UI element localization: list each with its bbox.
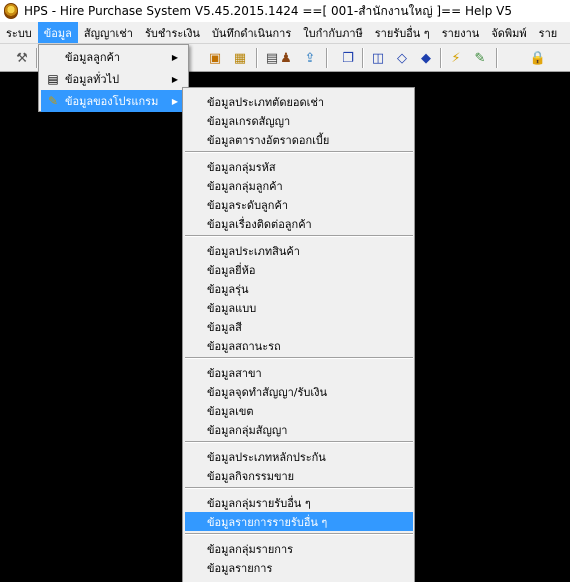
report-icon[interactable]: ▣ — [205, 48, 225, 68]
program-data-menu-item[interactable]: ข้อมูลรายการ — [185, 558, 413, 577]
program-data-menu-item[interactable]: ข้อมูลเขต — [185, 401, 413, 420]
program-data-menu-item[interactable]: ข้อมูลรายการรายรับอื่น ๆ — [185, 512, 413, 531]
data-menu-item-label: ข้อมูลลูกค้า — [65, 51, 121, 64]
menubar-item[interactable]: จัดพิมพ์ — [485, 22, 532, 43]
program-data-menu-item[interactable]: ข้อมูลเกรดสัญญา — [185, 111, 413, 130]
book-icon[interactable]: ◫ — [368, 48, 388, 68]
program-data-menu-item[interactable]: ข้อมูลกลุ่มลูกค้า — [185, 176, 413, 195]
program-data-menu-item[interactable]: ข้อมูลกลุ่มรายการ — [185, 539, 413, 558]
program-data-menu-item[interactable]: ข้อมูลประเภทสินค้า — [185, 241, 413, 260]
program-data-menu-item[interactable]: ข้อมูลแบบ — [185, 298, 413, 317]
bolt-icon[interactable]: ⚡ — [446, 48, 466, 68]
data-menu-item[interactable]: ข้อมูลลูกค้า ▶ — [41, 46, 186, 68]
toolbar-separator — [440, 48, 442, 68]
program-data-menu-item[interactable]: ข้อมูลสถานะรถ — [185, 336, 413, 355]
menubar-item[interactable]: รายรับอื่น ๆ — [369, 22, 436, 43]
program-data-submenu: ข้อมูลประเภทตัดยอดเช่า ข้อมูลเกรดสัญญา ข้อ… — [182, 87, 415, 582]
toolbar-separator — [326, 48, 328, 68]
program-data-menu-item[interactable]: ข้อมูลประเภทหลักประกัน — [185, 447, 413, 466]
menu-separator — [185, 533, 413, 535]
program-data-menu-item[interactable]: ข้อมูลกลุ่มรหัส — [185, 157, 413, 176]
menubar-item[interactable]: รายงาน — [436, 22, 486, 43]
menu-separator — [185, 487, 413, 489]
program-data-menu-item[interactable]: ข้อมูลยี่ห้อ — [185, 260, 413, 279]
menubar-item[interactable]: ระบบ — [0, 22, 38, 43]
app-logo-icon — [4, 3, 18, 19]
users-icon[interactable]: ♟ — [276, 48, 296, 68]
toolbar-separator — [496, 48, 498, 68]
menubar-item[interactable]: สัญญาเช่า — [78, 22, 139, 43]
data-menu-item-label: ข้อมูลของโปรแกรม — [65, 95, 159, 108]
program-data-menu-item[interactable]: ข้อมูลกลุ่มรายรับอื่น ๆ — [185, 493, 413, 512]
program-data-menu-item[interactable]: ข้อมูลประเภทตัดยอดเช่า — [185, 92, 413, 111]
menubar-item[interactable]: ข้อมูล — [37, 22, 78, 43]
customer-data-icon — [45, 49, 61, 65]
data-menu-item[interactable]: ✎ ข้อมูลของโปรแกรม ▶ — [41, 90, 186, 112]
data-menu-item[interactable]: ▤ ข้อมูลทั่วไป ▶ — [41, 68, 186, 90]
data-menu-dropdown: ข้อมูลลูกค้า ▶ ▤ ข้อมูลทั่วไป ▶ ✎ ข้อมูลของโปร… — [38, 44, 189, 112]
menu-separator — [185, 357, 413, 359]
menu-separator — [185, 151, 413, 153]
toolbar-separator — [362, 48, 364, 68]
menu-bar: ระบบ ข้อมูล สัญญาเช่า รับชำระเงิน บันทึกดำเน… — [0, 22, 570, 44]
program-data-menu-item[interactable]: ข้อมูลสี — [185, 317, 413, 336]
submenu-arrow-icon: ▶ — [171, 52, 178, 62]
menubar-item[interactable]: ราย — [533, 22, 564, 43]
toolbar-separator — [256, 48, 258, 68]
menu-separator — [185, 441, 413, 443]
wand-icon[interactable]: ✎ — [470, 48, 490, 68]
tag-icon[interactable]: ◆ — [416, 48, 436, 68]
submenu-arrow-icon: ▶ — [171, 74, 178, 84]
tools-icon[interactable]: ⚒ — [12, 48, 32, 68]
menubar-item[interactable]: รับชำระเงิน — [139, 22, 206, 43]
lock-icon[interactable]: 🔒 — [528, 48, 548, 68]
menu-separator — [185, 235, 413, 237]
program-data-menu-item[interactable]: ข้อมูลกิจกรรมขาย — [185, 466, 413, 485]
program-data-menu-item[interactable]: ข้อมูลตารางอัตราดอกเบี้ย — [185, 130, 413, 149]
program-data-menu-item[interactable]: ข้อมูลระดับลูกค้า — [185, 195, 413, 214]
menubar-item[interactable]: ใบกำกับภาษี — [297, 22, 369, 43]
program-data-icon: ✎ — [47, 94, 59, 108]
title-bar: HPS - Hire Purchase System V5.45.2015.14… — [0, 0, 570, 22]
submenu-arrow-icon: ▶ — [171, 96, 178, 106]
program-data-menu-item[interactable]: ข้อมูลรุ่น — [185, 279, 413, 298]
window-title: HPS - Hire Purchase System V5.45.2015.14… — [24, 3, 512, 18]
program-data-menu-item[interactable]: ข้อมูลสาขา — [185, 363, 413, 382]
program-data-menu-item[interactable]: ข้อมูลเรื่องติดต่อลูกค้า — [185, 214, 413, 233]
menubar-item[interactable]: บันทึกดำเนินการ — [206, 22, 297, 43]
export-icon[interactable]: ⇪ — [300, 48, 320, 68]
program-data-menu-item[interactable]: ข้อมูลกลุ่มสัญญา — [185, 420, 413, 439]
book-open-icon[interactable]: ◇ — [392, 48, 412, 68]
program-data-menu-item[interactable]: ข้อมูลจุดทำสัญญา/รับเงิน — [185, 382, 413, 401]
data-menu-item-label: ข้อมูลทั่วไป — [65, 73, 120, 86]
calendar-icon[interactable]: ▦ — [230, 48, 250, 68]
copy-icon[interactable]: ❐ — [338, 48, 358, 68]
general-data-icon: ▤ — [47, 72, 59, 86]
